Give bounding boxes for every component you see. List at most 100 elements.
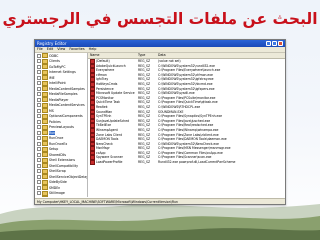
folder-icon: [41, 80, 48, 86]
folder-icon: [41, 146, 48, 152]
tree-item-label: SMDEn: [48, 185, 61, 190]
tree-item[interactable]: MediaContentServices: [35, 102, 87, 109]
folder-icon: [41, 97, 48, 103]
tree-item-label: SharedDlls: [48, 152, 67, 157]
column-data[interactable]: Data: [158, 53, 285, 58]
folder-icon: [41, 58, 48, 64]
tree-item[interactable]: ShellServiceObjectDelayLoad: [35, 174, 87, 180]
slide-headline: البحث عن ملفات التجسس في الرجستري: [2, 10, 318, 28]
tree-item-label: MediaContentSamples: [48, 86, 85, 91]
folder-icon: [41, 113, 48, 119]
folder-icon: [41, 119, 48, 125]
menu-view[interactable]: View: [57, 47, 65, 52]
expand-icon[interactable]: [37, 191, 42, 196]
expand-icon[interactable]: [37, 108, 42, 113]
expand-icon[interactable]: [37, 152, 42, 157]
tree-item-label: Clients: [48, 59, 60, 64]
tree-item-label: IntelliPoint: [48, 81, 66, 86]
menu-favorites[interactable]: Favorites: [69, 47, 84, 52]
menu-help[interactable]: Help: [89, 47, 97, 52]
folder-icon: [41, 102, 48, 108]
title-bar[interactable]: Registry Editor: [35, 40, 285, 47]
expand-icon[interactable]: [37, 64, 42, 69]
expand-icon[interactable]: [37, 53, 42, 58]
expand-icon[interactable]: [37, 125, 42, 130]
folder-icon: [41, 196, 48, 197]
window-controls: [266, 41, 283, 46]
expand-icon[interactable]: [37, 180, 42, 185]
folder-icon: [41, 174, 48, 180]
registry-string-icon: [90, 160, 95, 165]
folder-icon: [41, 163, 48, 169]
tree-item-label: Internet Settings: [48, 70, 76, 75]
folder-icon: [41, 75, 48, 81]
maximize-icon[interactable]: [272, 41, 277, 46]
tree-item-label: ShellServiceObjectDelayLoad: [48, 174, 88, 179]
menu-edit[interactable]: Edit: [47, 47, 54, 52]
folder-icon: [41, 124, 48, 130]
folder-icon: [41, 69, 48, 75]
expand-icon[interactable]: [37, 163, 42, 168]
tree-item-label: PreviewLayouts: [48, 125, 74, 130]
folder-icon: [41, 157, 48, 163]
tree-item-label: IME: [48, 75, 55, 80]
expand-icon[interactable]: [37, 147, 42, 152]
value-name-cell: LoadPowerProfile: [88, 160, 138, 165]
expand-icon[interactable]: [37, 136, 42, 141]
expand-icon[interactable]: [37, 103, 42, 108]
expand-icon[interactable]: [37, 97, 42, 102]
expand-icon[interactable]: [37, 119, 42, 124]
expand-icon[interactable]: [37, 114, 42, 119]
key-tree[interactable]: ODBC Clients GoToMyPC Internet Settings IME I…: [35, 53, 88, 197]
folder-icon: [41, 179, 48, 185]
tree-item-label: MediaContentServices: [48, 103, 85, 108]
value-name: LoadPowerProfile: [96, 160, 123, 165]
tree-item[interactable]: Syncmgr: [35, 196, 87, 197]
list-rows: (Default) REG_SZ (value not set) AdobeQuick…: [88, 59, 285, 165]
expand-icon[interactable]: [37, 92, 42, 97]
window-title: Registry Editor: [37, 41, 67, 46]
folder-icon: [41, 64, 48, 70]
expand-icon[interactable]: [37, 86, 42, 91]
tree-item-label: RunOnceEx: [48, 141, 68, 146]
tree-item-label: ShellScrap: [48, 169, 66, 174]
column-name[interactable]: Name: [88, 53, 138, 58]
folder-icon: [41, 152, 48, 158]
folder-icon: [41, 168, 48, 174]
tree-item-label: Run: [48, 130, 56, 135]
tree-item-label: MediaFileSamples: [48, 92, 78, 97]
expand-icon[interactable]: [37, 75, 42, 80]
close-icon[interactable]: [278, 41, 283, 46]
folder-icon: [41, 185, 48, 191]
folder-icon: [41, 53, 48, 59]
editor-panes: ODBC Clients GoToMyPC Internet Settings IME I…: [35, 53, 285, 197]
folder-icon: [41, 91, 48, 97]
expand-icon[interactable]: [37, 158, 42, 163]
value-type: REG_SZ: [138, 160, 151, 165]
tree-item[interactable]: MediaContentSamples: [35, 86, 87, 92]
value-row[interactable]: LoadPowerProfile REG_SZ Rundll32.exe powrp…: [88, 160, 285, 165]
expand-icon[interactable]: [37, 81, 42, 86]
expand-icon[interactable]: [37, 130, 42, 135]
expand-icon[interactable]: [37, 169, 42, 174]
expand-icon[interactable]: [37, 185, 42, 190]
column-type[interactable]: Type: [138, 53, 158, 58]
value-data: Rundll32.exe powrprof.dll,LoadCurrentPwr…: [158, 160, 236, 165]
tree-item[interactable]: OptionalComponents: [35, 113, 87, 120]
tree-item-label: GoToMyPC: [48, 64, 66, 69]
status-bar: My Computer\HKEY_LOCAL_MACHINE\SOFTWARE\…: [35, 198, 285, 204]
tree-item-label: MediaPlayer: [48, 97, 69, 102]
folder-icon: [41, 190, 48, 196]
tree-item-label: RunOnce: [48, 136, 64, 141]
minimize-icon[interactable]: [266, 41, 271, 46]
expand-icon[interactable]: [37, 174, 42, 179]
expand-icon[interactable]: [37, 70, 42, 75]
tree-item-label: StillImage: [48, 191, 65, 196]
tree-item-label: OptionalComponents: [48, 114, 83, 119]
folder-icon: [41, 130, 48, 136]
tree-item-label: ShellCompatibility: [48, 163, 78, 168]
expand-icon[interactable]: [37, 141, 42, 146]
expand-icon[interactable]: [37, 59, 42, 64]
tree-item-label: SideBySide: [48, 180, 67, 185]
menu-file[interactable]: File: [37, 47, 43, 52]
